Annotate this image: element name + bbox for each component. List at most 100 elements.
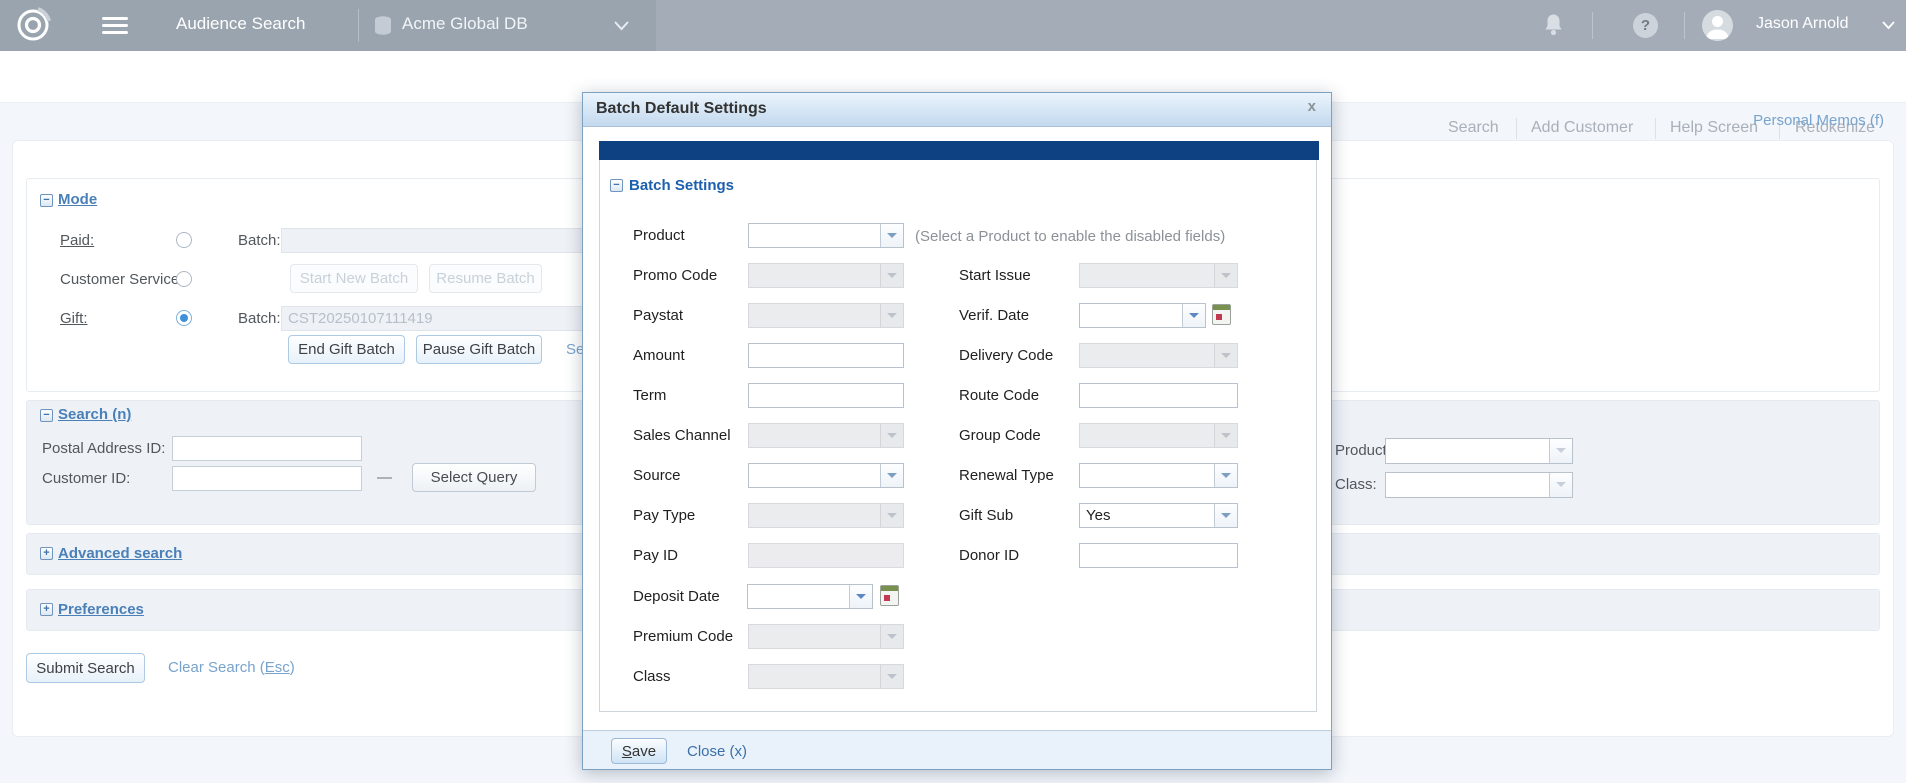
advanced-search-title[interactable]: Advanced search [58, 545, 182, 562]
customer-id-label: Customer ID: [42, 470, 130, 487]
clear-search-link[interactable]: Clear Search (Esc) [168, 659, 295, 676]
chevron-down-icon[interactable] [880, 464, 903, 487]
personal-memos-link[interactable]: Personal Memos (f) [1753, 112, 1884, 129]
paid-batch-label: Batch: [238, 232, 281, 249]
renewal-type-select[interactable] [1079, 463, 1238, 488]
database-chevron-down-icon[interactable] [614, 21, 629, 31]
end-gift-batch-button[interactable]: End Gift Batch [288, 335, 405, 364]
pause-gift-batch-button[interactable]: Pause Gift Batch [416, 335, 542, 364]
chevron-down-icon[interactable] [849, 585, 872, 608]
select-query-button[interactable]: Select Query [412, 463, 536, 492]
verif-date-combobox[interactable] [1079, 303, 1206, 328]
chevron-down-icon[interactable] [1182, 304, 1205, 327]
user-chevron-down-icon[interactable] [1882, 21, 1895, 30]
app-header: Audience Search Acme Global DB ? Jason A… [0, 0, 1906, 51]
premium-code-label: Premium Code [633, 628, 733, 645]
deposit-date-calendar-icon[interactable] [880, 585, 899, 606]
chevron-down-icon[interactable] [1549, 439, 1572, 463]
person-icon [1702, 10, 1733, 41]
hamburger-menu-button[interactable] [102, 17, 128, 34]
search-section-title[interactable]: Search (n) [58, 406, 131, 423]
donor-id-input[interactable] [1079, 543, 1238, 568]
nav-item-add-customer[interactable]: Add Customer [1531, 119, 1633, 137]
donor-id-label: Donor ID [959, 547, 1019, 564]
term-label: Term [633, 387, 666, 404]
batch-default-settings-dialog: Batch Default Settings x − Batch Setting… [582, 92, 1332, 770]
product-label: Product [633, 227, 685, 244]
dialog-close-icon[interactable]: x [1308, 98, 1316, 115]
chevron-down-icon [1214, 264, 1237, 287]
promo-code-label: Promo Code [633, 267, 717, 284]
batch-settings-collapse-icon[interactable]: − [610, 179, 623, 192]
nav-item-help-screen[interactable]: Help Screen [1670, 119, 1758, 137]
gift-radio[interactable] [176, 310, 192, 326]
database-selector[interactable]: Acme Global DB [402, 14, 528, 34]
product-filter-select[interactable] [1385, 438, 1573, 464]
header-divider [1592, 12, 1593, 39]
source-select[interactable] [748, 463, 904, 488]
dialog-title-bar[interactable]: Batch Default Settings x [583, 93, 1331, 127]
postal-address-id-input[interactable] [172, 436, 362, 461]
app-title: Audience Search [176, 14, 305, 34]
search-collapse-icon[interactable]: − [40, 409, 53, 422]
close-dialog-link[interactable]: Close (x) [687, 743, 747, 760]
mode-section-title[interactable]: Mode [58, 191, 97, 208]
paystat-label: Paystat [633, 307, 683, 324]
save-button[interactable]: Save [611, 738, 667, 764]
class-filter-select[interactable] [1385, 472, 1573, 498]
group-code-select [1079, 423, 1238, 448]
pay-type-label: Pay Type [633, 507, 695, 524]
deposit-date-combobox[interactable] [747, 584, 873, 609]
sales-channel-label: Sales Channel [633, 427, 731, 444]
verif-date-label: Verif. Date [959, 307, 1029, 324]
dialog-accent-bar [599, 141, 1319, 160]
chevron-down-icon [880, 304, 903, 327]
nav-item-search[interactable]: Search [1448, 119, 1499, 137]
renewal-type-label: Renewal Type [959, 467, 1054, 484]
group-code-label: Group Code [959, 427, 1041, 444]
amount-input[interactable] [748, 343, 904, 368]
notifications-bell-icon[interactable] [1543, 13, 1564, 38]
customer-id-input[interactable] [172, 466, 362, 491]
batch-settings-section-title: Batch Settings [629, 177, 734, 194]
class-select [748, 664, 904, 689]
chevron-down-icon [880, 424, 903, 447]
advanced-search-collapse-icon[interactable]: + [40, 547, 53, 560]
paid-radio[interactable] [176, 232, 192, 248]
resume-batch-button: Resume Batch [429, 264, 542, 293]
chevron-down-icon [880, 665, 903, 688]
chevron-down-icon[interactable] [880, 224, 903, 247]
chevron-down-icon [1214, 344, 1237, 367]
preferences-title[interactable]: Preferences [58, 601, 144, 618]
customer-service-label: Customer Service: [60, 271, 183, 288]
preferences-collapse-icon[interactable]: + [40, 603, 53, 616]
chevron-down-icon[interactable] [1214, 464, 1237, 487]
delivery-code-label: Delivery Code [959, 347, 1053, 364]
delivery-code-select [1079, 343, 1238, 368]
help-icon[interactable]: ? [1633, 13, 1658, 38]
application-window: Audience Search Acme Global DB ? Jason A… [0, 0, 1906, 783]
user-avatar [1702, 10, 1733, 41]
paid-label: Paid: [60, 232, 94, 249]
mode-collapse-icon[interactable]: − [40, 194, 53, 207]
product-select[interactable] [748, 223, 904, 248]
customer-service-radio[interactable] [176, 271, 192, 287]
pay-type-select [748, 503, 904, 528]
amount-label: Amount [633, 347, 685, 364]
database-icon [374, 16, 392, 36]
app-header-left [0, 0, 656, 51]
dialog-title: Batch Default Settings [596, 100, 767, 118]
submit-search-button[interactable]: Submit Search [26, 653, 145, 683]
gift-sub-select[interactable]: Yes [1079, 503, 1238, 528]
term-input[interactable] [748, 383, 904, 408]
verif-date-calendar-icon[interactable] [1212, 304, 1231, 325]
header-divider [358, 9, 359, 42]
chevron-down-icon[interactable] [1549, 473, 1572, 497]
route-code-input[interactable] [1079, 383, 1238, 408]
header-divider [1684, 12, 1685, 39]
user-menu[interactable]: Jason Arnold [1756, 15, 1849, 33]
deposit-date-label: Deposit Date [633, 588, 720, 605]
route-code-label: Route Code [959, 387, 1039, 404]
promo-code-select [748, 263, 904, 288]
chevron-down-icon[interactable] [1214, 504, 1237, 527]
